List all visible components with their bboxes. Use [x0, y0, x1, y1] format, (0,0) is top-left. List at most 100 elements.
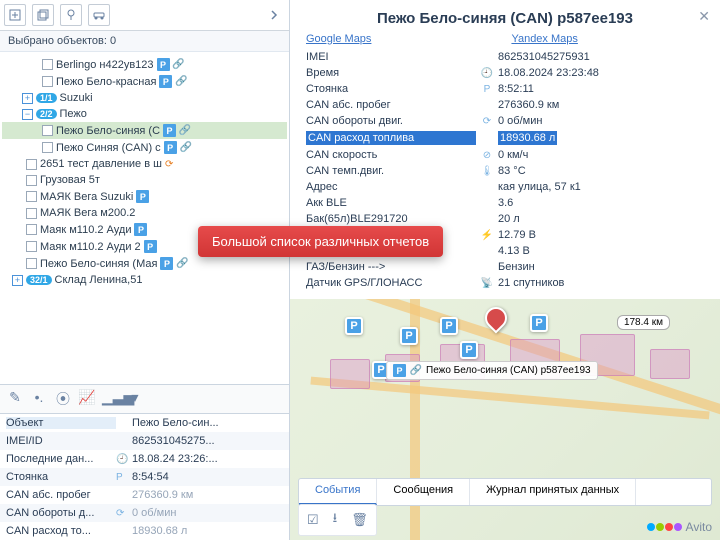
detail-icon: 🕘 — [476, 68, 498, 79]
tree-row[interactable]: Пежо Бело-краснаяP🔗 — [2, 73, 287, 90]
detail-icon: 📡 — [476, 278, 498, 289]
prop-value: 276360.9 км — [132, 489, 283, 501]
tree-row[interactable]: 2651 тест давление в ш⟳ — [2, 156, 287, 172]
parking-icon: P — [134, 223, 147, 236]
checkbox[interactable] — [42, 76, 53, 87]
parking-icon: P — [164, 141, 177, 154]
detail-value: 276360.9 км — [498, 99, 704, 111]
prop-icon: 🕘 — [116, 454, 132, 465]
layers-icon[interactable] — [32, 4, 54, 26]
car-icon[interactable] — [88, 4, 110, 26]
checkbox[interactable] — [42, 142, 53, 153]
detail-value: 21 спутников — [498, 277, 704, 289]
tree-label: Маяк м110.2 Ауди — [40, 224, 131, 236]
detail-rows: IMEI862531045275931Время🕘18.08.2024 23:2… — [290, 47, 720, 299]
tree-row[interactable]: МАЯК Вега м200.2 — [2, 205, 287, 221]
detail-label: CAN расход топлива — [306, 131, 476, 145]
detail-value: 4.13 В — [498, 245, 704, 257]
point-icon[interactable]: •. — [30, 389, 48, 409]
map-parking-icon[interactable]: P — [345, 317, 363, 335]
tree-label: Suzuki — [60, 92, 93, 104]
prop-row: IMEI/ID 862531045275... — [0, 432, 289, 450]
link-icon: 🔗 — [175, 76, 187, 88]
signal-icon[interactable]: ▁▃▅ — [102, 389, 120, 409]
checkbox[interactable] — [26, 191, 37, 202]
expand-toggle[interactable]: + — [12, 275, 23, 286]
detail-label: CAN абс. пробег — [306, 99, 476, 111]
close-icon[interactable]: ✕ — [698, 8, 710, 25]
parking-icon: P — [144, 240, 157, 253]
tree-label: Пежо Синяя (CAN) с — [56, 142, 161, 154]
checkbox[interactable] — [42, 125, 53, 136]
prop-value: Пежо Бело-син... — [132, 417, 283, 429]
avito-watermark: Avito — [647, 520, 712, 534]
prop-label: IMEI/ID — [6, 435, 116, 447]
tab[interactable]: Журнал принятых данных — [470, 479, 636, 505]
map-parking-icon[interactable]: P — [400, 327, 418, 345]
detail-value: Бензин — [498, 261, 704, 273]
map-parking-icon[interactable]: P — [530, 314, 548, 332]
tab[interactable]: Сообщения — [377, 479, 470, 505]
prop-row: Последние дан...🕘18.08.24 23:26:... — [0, 450, 289, 468]
tree-label: Пежо — [60, 108, 87, 120]
trash-icon[interactable]: 🗑 — [351, 512, 368, 528]
edit-icon[interactable]: ✎ — [6, 389, 24, 409]
tree-row[interactable]: Berlingo н422ув123P🔗 — [2, 56, 287, 73]
checkbox[interactable] — [26, 175, 37, 186]
checkbox[interactable] — [26, 241, 37, 252]
expand-toggle[interactable]: − — [22, 109, 33, 120]
detail-label: Время — [306, 67, 476, 79]
chev-icon[interactable]: ▾ — [126, 389, 144, 409]
tree-row[interactable]: МАЯК Вега SuzukiP — [2, 188, 287, 205]
detail-label: CAN темп.двиг. — [306, 165, 476, 177]
link-icon: 🔗 — [410, 365, 422, 377]
expand-toggle[interactable]: + — [22, 93, 33, 104]
detail-label: Акк BLE — [306, 197, 476, 209]
tree-row[interactable]: Грузовая 5т — [2, 172, 287, 188]
link-icon: 🔗 — [173, 59, 185, 71]
detail-value: 20 л — [498, 213, 704, 225]
prop-value: 0 об/мин — [132, 507, 283, 519]
link-icon: 🔗 — [180, 142, 192, 154]
check-icon[interactable]: ☑ — [307, 512, 319, 528]
pin-icon[interactable] — [60, 4, 82, 26]
detail-value: 8:52:11 — [498, 83, 704, 95]
chart-icon[interactable]: 📈 — [78, 389, 96, 409]
map-parking-icon[interactable]: P — [460, 341, 478, 359]
tab[interactable]: События — [299, 479, 377, 505]
tree-row[interactable]: +32/1Склад Ленина,51 — [2, 272, 287, 288]
detail-value: 0 об/мин — [498, 115, 704, 127]
tree-label: Грузовая 5т — [40, 174, 100, 186]
download-icon[interactable]: ⭳ — [333, 509, 338, 531]
map-area[interactable]: P P P P P P 178.4 км P 🔗 Пежо Бело-синяя… — [290, 299, 720, 540]
map-vehicle-label[interactable]: P 🔗 Пежо Бело-синяя (CAN) р587ее193 — [386, 361, 598, 380]
map-parking-icon[interactable]: P — [440, 317, 458, 335]
checkbox[interactable] — [26, 224, 37, 235]
prop-value: 862531045275... — [132, 435, 283, 447]
prop-value: 18930.68 л — [132, 525, 283, 537]
tree-row[interactable]: −2/2Пежо — [2, 106, 287, 122]
detail-row: Адреская улица, 57 к1 — [302, 179, 708, 195]
prop-label: CAN абс. пробег — [6, 489, 116, 501]
tree-row[interactable]: +1/1Suzuki — [2, 90, 287, 106]
target-icon[interactable]: ⦿ — [54, 389, 72, 409]
alert-icon: ⟳ — [165, 159, 173, 170]
detail-label: Бак(65л)BLE291720 — [306, 213, 476, 225]
checkbox[interactable] — [26, 159, 37, 170]
google-maps-link[interactable]: Google Maps — [306, 33, 371, 45]
expand-icon[interactable] — [4, 4, 26, 26]
map-distance: 178.4 км — [617, 315, 670, 330]
checkbox[interactable] — [42, 59, 53, 70]
tree-row[interactable]: Пежо Синяя (CAN) сP🔗 — [2, 139, 287, 156]
tree-row[interactable]: Пежо Бело-синяя (МаяP🔗 — [2, 255, 287, 272]
prop-row: СтоянкаP8:54:54 — [0, 468, 289, 486]
detail-row: СтоянкаP8:52:11 — [302, 81, 708, 97]
tree-row[interactable]: Пежо Бело-синяя (СP🔗 — [2, 122, 287, 139]
detail-row: Время🕘18.08.2024 23:23:48 — [302, 65, 708, 81]
checkbox[interactable] — [26, 258, 37, 269]
checkbox[interactable] — [26, 208, 37, 219]
menu-icon[interactable] — [263, 4, 285, 26]
detail-row: Бак(65л)BLE291720 20 л — [302, 211, 708, 227]
bottom-toolbar: ✎ •. ⦿ 📈 ▁▃▅ ▾ — [0, 384, 289, 413]
yandex-maps-link[interactable]: Yandex Maps — [511, 33, 577, 45]
